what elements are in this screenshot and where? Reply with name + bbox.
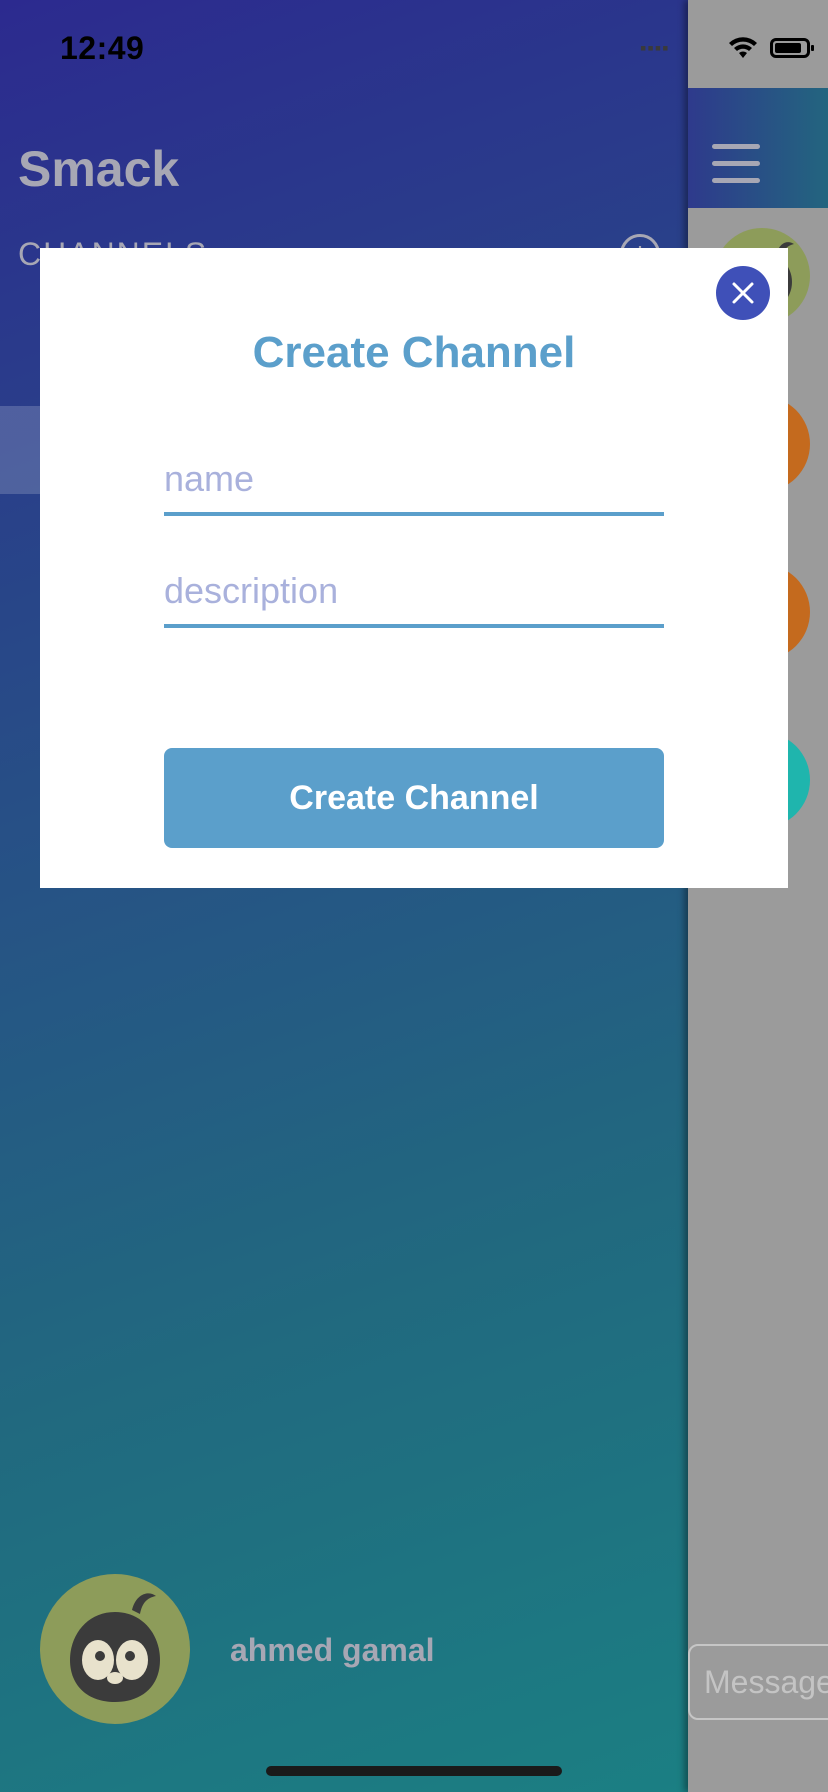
hamburger-menu-icon[interactable] bbox=[712, 144, 760, 195]
app-title: Smack bbox=[18, 141, 180, 197]
channel-description-input[interactable] bbox=[164, 558, 664, 628]
home-indicator bbox=[266, 1766, 562, 1776]
close-button[interactable] bbox=[716, 266, 770, 320]
chat-status-bar: ▪▪▪▪ bbox=[640, 0, 828, 88]
user-name[interactable]: ahmed gamal bbox=[230, 1632, 435, 1669]
create-channel-button[interactable]: Create Channel bbox=[164, 748, 664, 848]
create-channel-modal: Create Channel Create Channel bbox=[40, 248, 788, 888]
status-icons: ▪▪▪▪ bbox=[640, 36, 814, 60]
status-time: 12:49 bbox=[60, 30, 145, 66]
penguin-avatar-icon bbox=[70, 1593, 160, 1702]
wifi-icon bbox=[729, 37, 757, 58]
close-icon bbox=[732, 282, 754, 304]
modal-title: Create Channel bbox=[252, 328, 576, 377]
channel-name-input[interactable] bbox=[164, 446, 664, 516]
app-screen: 12:49 Smack CHANNELS + ahmed gamal ▪▪▪▪ bbox=[0, 0, 828, 1792]
battery-icon bbox=[770, 38, 814, 58]
chat-header bbox=[688, 88, 828, 208]
message-input[interactable]: Message bbox=[688, 1644, 828, 1720]
user-avatar[interactable] bbox=[40, 1574, 190, 1724]
cellular-signal-icon: ▪▪▪▪ bbox=[640, 38, 670, 58]
